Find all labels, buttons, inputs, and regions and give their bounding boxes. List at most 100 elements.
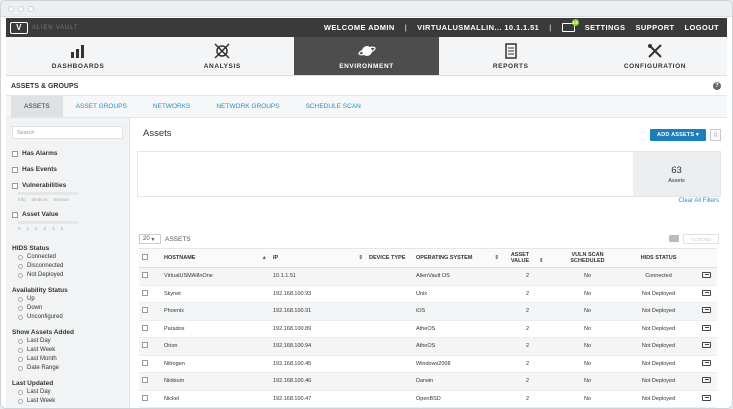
add-assets-button[interactable]: ADD ASSETS ▾ <box>650 129 706 141</box>
row-checkbox[interactable] <box>142 324 148 331</box>
nav-configuration[interactable]: CONFIGURATION <box>583 37 727 75</box>
tab-networks[interactable]: NETWORKS <box>140 96 204 117</box>
col-hids-status[interactable]: HIDS STATUS <box>622 248 695 268</box>
tab-schedule-scan[interactable]: SCHEDULE SCAN <box>293 96 374 117</box>
table-row[interactable]: VirtualUSMAllInOne 10.1.1.51 AlienVault … <box>139 267 717 286</box>
edit-icon[interactable] <box>701 289 711 296</box>
sort-icon[interactable]: ⇕ <box>358 255 363 261</box>
radio-up[interactable]: Up <box>18 295 123 303</box>
server-name[interactable]: VIRTUALUSMALLIN... 10.1.1.51 <box>417 23 539 32</box>
radio[interactable] <box>18 254 23 260</box>
edit-icon[interactable] <box>701 324 711 331</box>
sort-asc-icon[interactable]: ▲ <box>262 255 267 261</box>
tab-asset-groups[interactable]: ASSET GROUPS <box>63 96 140 117</box>
row-checkbox[interactable] <box>142 377 148 384</box>
vulnerabilities-slider[interactable] <box>18 192 78 195</box>
select-all-checkbox[interactable] <box>142 254 148 260</box>
radio[interactable] <box>18 347 23 353</box>
table-row[interactable]: Skynet 192.168.100.93 Unix 2 No Not Depl… <box>139 285 717 303</box>
table-header-row: HOSTNAME ▲ IP ⇕ DEVICE TYPE OPERATING SYST… <box>139 248 717 268</box>
tag-icon[interactable] <box>669 235 679 242</box>
table-row[interactable]: Niobium 192.168.100.46 Darwin 2 No Not D… <box>139 372 717 391</box>
tab-assets[interactable]: ASSETS <box>11 96 63 117</box>
edit-icon[interactable] <box>701 377 711 384</box>
edit-icon[interactable] <box>701 359 711 366</box>
edit-icon[interactable] <box>701 394 711 401</box>
logo[interactable]: V ALIEN VAULT <box>6 21 78 34</box>
radio[interactable] <box>18 338 23 344</box>
radio-connected[interactable]: Connected <box>18 253 123 261</box>
nav-environment[interactable]: ENVIRONMENT <box>294 37 439 75</box>
row-checkbox[interactable] <box>142 307 148 314</box>
has-events-filter[interactable]: Has Events <box>12 166 123 173</box>
radio[interactable] <box>18 398 23 404</box>
asset-value-cell: 2 <box>502 337 553 356</box>
nav-analysis[interactable]: ANALYSIS <box>150 37 294 75</box>
edit-icon[interactable] <box>701 272 711 279</box>
row-checkbox[interactable] <box>142 394 148 401</box>
col-operating-system[interactable]: OPERATING SYSTEM ⇕ <box>413 248 502 268</box>
clear-filters-link[interactable]: Clear All Filters <box>679 198 719 204</box>
help-icon[interactable]: ? <box>713 82 721 90</box>
radio[interactable] <box>18 314 23 320</box>
table-row[interactable]: Paradox 192.168.100.89 AtheOS 2 No Not D… <box>139 320 717 338</box>
search-input[interactable]: Search <box>12 126 123 139</box>
actions-button[interactable]: ACTIONS <box>683 234 719 244</box>
window-maximize-icon[interactable] <box>28 5 34 12</box>
nav-reports[interactable]: REPORTS <box>439 37 583 75</box>
row-checkbox[interactable] <box>142 342 148 349</box>
edit-icon[interactable] <box>701 342 711 349</box>
asset-value-slider[interactable] <box>18 221 78 224</box>
mail-icon[interactable]: 15 <box>561 19 579 32</box>
window-close-icon[interactable] <box>8 5 14 12</box>
radio-added-last-month[interactable]: Last Month <box>18 355 123 363</box>
asset-value-filter[interactable]: Asset Value <box>12 211 123 218</box>
radio-added-last-day[interactable]: Last Day <box>18 337 123 345</box>
radio-updated-last-day[interactable]: Last Day <box>18 388 123 396</box>
row-checkbox[interactable] <box>142 272 148 279</box>
table-row[interactable]: Nickel 192.168.100.47 OpenBSD 2 No Not D… <box>139 390 717 408</box>
radio[interactable] <box>18 263 23 269</box>
radio-down[interactable]: Down <box>18 304 123 312</box>
radio[interactable] <box>18 356 23 362</box>
col-device-type[interactable]: DEVICE TYPE <box>366 248 413 268</box>
radio-not-deployed[interactable]: Not Deployed <box>18 271 123 279</box>
sort-icon[interactable]: ⇕ <box>494 255 499 261</box>
col-ip[interactable]: IP ⇕ <box>270 248 366 268</box>
radio-disconnected[interactable]: Disconnected <box>18 262 123 270</box>
radio[interactable] <box>18 272 23 278</box>
sort-icon[interactable]: ⇕ <box>539 258 544 264</box>
checkbox[interactable] <box>12 166 18 173</box>
radio-unconfigured[interactable]: Unconfigured <box>18 313 123 321</box>
col-hostname[interactable]: HOSTNAME ▲ <box>161 248 270 268</box>
has-alarms-filter[interactable]: Has Alarms <box>12 150 123 157</box>
edit-cell <box>695 267 717 286</box>
table-row[interactable]: Nitrogen 192.168.100.45 Windows2008 2 No… <box>139 355 717 373</box>
page-size-select[interactable]: 20 ▾ <box>139 234 161 244</box>
radio[interactable] <box>18 389 23 395</box>
logout-link[interactable]: LOGOUT <box>685 23 719 32</box>
radio-updated-last-week[interactable]: Last Week <box>18 397 123 405</box>
nav-dashboards[interactable]: DASHBOARDS <box>6 37 150 75</box>
checkbox[interactable] <box>12 211 18 218</box>
settings-link[interactable]: SETTINGS <box>585 23 626 32</box>
radio[interactable] <box>18 296 23 302</box>
table-row[interactable]: Orion 192.168.100.94 AtheOS 2 No Not Dep… <box>139 337 717 356</box>
radio[interactable] <box>18 305 23 311</box>
tab-network-groups[interactable]: NETWORK GROUPS <box>203 96 292 117</box>
download-icon[interactable]: ⇩ <box>710 129 721 141</box>
window-minimize-icon[interactable] <box>18 5 24 12</box>
edit-icon[interactable] <box>701 307 711 314</box>
checkbox[interactable] <box>12 182 18 189</box>
col-asset-value[interactable]: ASSET VALUE ⇕ <box>502 248 553 268</box>
radio-added-date-range[interactable]: Date Range <box>18 364 123 372</box>
table-row[interactable]: Phoenix 192.168.100.91 iOS 2 No Not Depl… <box>139 302 717 321</box>
vulnerabilities-filter[interactable]: Vulnerabilities <box>12 182 123 189</box>
row-checkbox[interactable] <box>142 359 148 366</box>
support-link[interactable]: SUPPORT <box>635 23 674 32</box>
radio[interactable] <box>18 365 23 371</box>
col-vuln-scan[interactable]: VULN SCAN SCHEDULED <box>553 248 622 268</box>
row-checkbox[interactable] <box>142 289 148 296</box>
checkbox[interactable] <box>12 150 18 157</box>
radio-added-last-week[interactable]: Last Week <box>18 346 123 354</box>
